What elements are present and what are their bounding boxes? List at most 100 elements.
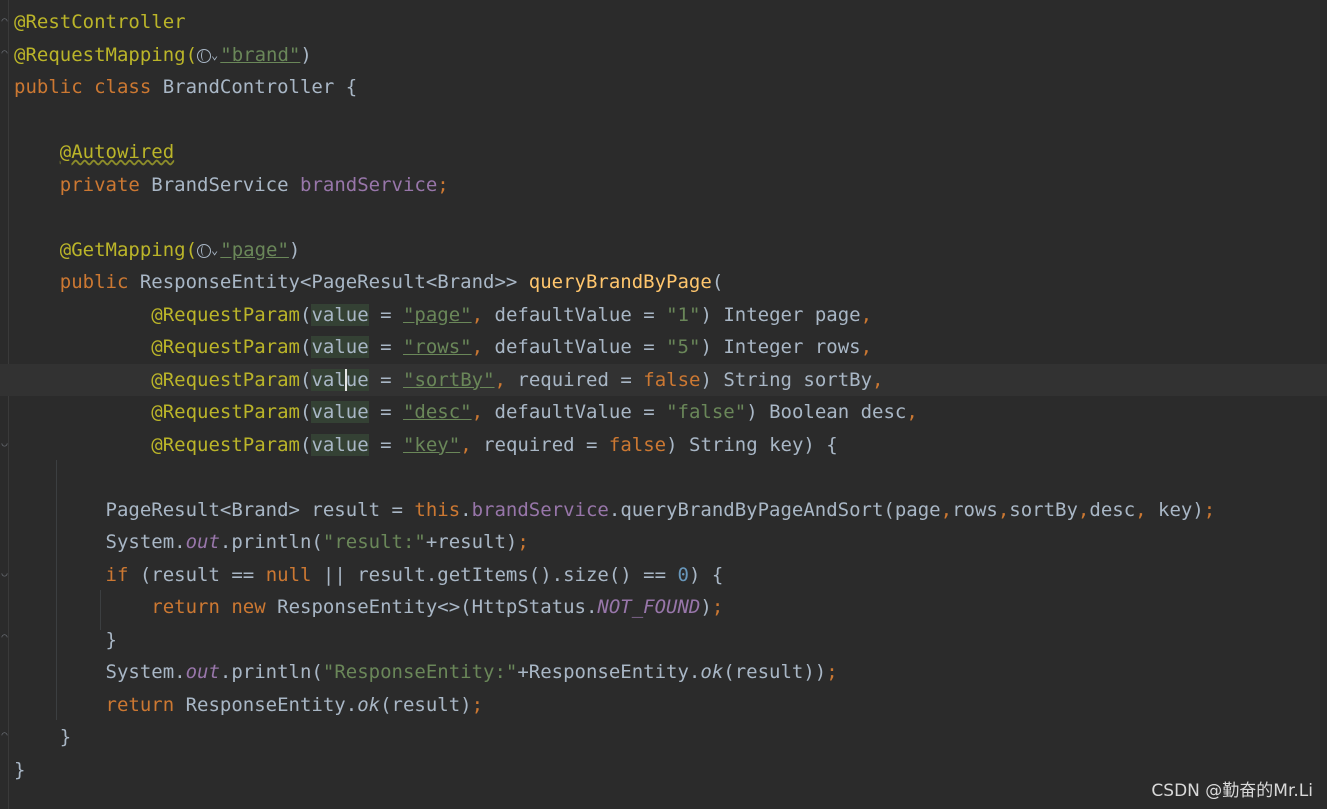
chevron-down-icon[interactable]: ⌄ [211,243,218,257]
fold-marker-icon[interactable]: ◡ [0,438,9,449]
code-text: (result)) [723,661,827,683]
annotation: @GetMapping( [59,238,198,261]
code-line: @RequestParam(value = "page", defaultVal… [14,299,1327,332]
code-text: defaultValue = [494,303,667,326]
code-text: (result == [139,563,266,586]
static-method: ok [357,693,381,716]
code-text: = [368,336,403,358]
punctuation: , [860,336,873,358]
annotation: @RequestParam [151,336,300,358]
keyword: class [94,76,163,98]
string-literal: "page" [402,303,472,326]
string-literal: "false" [666,401,747,423]
code-text: ) [300,43,312,66]
editor-gutter [0,0,9,809]
punctuation: , [872,368,884,391]
code-text: = [368,368,403,391]
static-field: out [185,531,220,553]
code-text: PageResult<Brand> result = [105,498,415,521]
globe-icon[interactable] [197,243,212,258]
keyword: public [14,76,95,98]
code-text: BrandService [151,173,300,196]
highlighted-identifier: value [311,433,369,456]
annotation: @RequestParam [151,303,300,326]
code-line: @Autowired [14,136,1327,169]
code-line: @RequestParam(value = "desc", defaultVal… [14,396,1327,429]
code-line: @RequestMapping( ⌄ "brand") [14,39,1327,72]
fold-marker-icon[interactable]: ◠ [0,16,9,27]
code-line: @RequestParam(value = "rows", defaultVal… [14,331,1327,364]
keyword: public [59,271,140,293]
code-text: ResponseEntity. [185,693,358,716]
code-text: key) [1158,498,1204,521]
keyword: null [265,563,312,586]
punctuation: ; [517,531,529,553]
keyword: new [231,596,278,618]
code-line: @RequestParam(value = "key", required = … [14,429,1327,462]
fold-marker-icon[interactable]: ◠ [0,632,9,643]
punctuation: ; [826,661,838,683]
code-text: .println( [219,661,323,683]
string-literal: "desc" [402,401,472,423]
globe-icon[interactable] [197,48,212,63]
code-text: rows [952,498,998,521]
chevron-down-icon[interactable]: ⌄ [211,48,218,62]
code-line: public ResponseEntity<PageResult<Brand>>… [14,266,1327,299]
punctuation: ; [471,693,484,716]
keyword: false [643,368,701,391]
code-text: BrandController { [162,76,358,98]
annotation: @Autowired [59,141,175,163]
number-literal: 0 [677,563,689,586]
code-text: required = [517,368,644,391]
code-text: (result) [380,693,472,716]
current-code-line: @RequestParam(value = "sortBy", required… [0,363,1327,396]
punctuation: , [471,303,495,326]
punctuation: ; [711,596,724,618]
string-literal: "rows" [402,336,472,358]
code-line: return new ResponseEntity<>(HttpStatus.N… [14,591,1327,624]
code-text: = [368,401,403,423]
code-text: ( [300,401,312,423]
string-literal: "brand" [220,43,301,66]
code-line: return ResponseEntity.ok(result); [14,689,1327,722]
method-name: queryBrandByPage [528,271,712,293]
code-text: sortBy [1009,498,1078,521]
keyword: private [59,173,152,196]
keyword: this [414,498,461,521]
punctuation: , [997,498,1010,521]
code-text: ( [711,271,724,293]
string-literal: "1" [666,303,701,326]
fold-marker-icon[interactable]: ◠ [0,730,9,741]
code-text: .queryBrandByPageAndSort(page [608,498,941,521]
keyword: false [608,433,667,456]
punctuation: , [460,433,484,456]
annotation: @RequestMapping( [14,43,198,66]
code-line: @RestController [14,6,1327,39]
code-text: +ResponseEntity. [517,661,701,683]
code-text: ( [300,433,312,456]
fold-marker-icon[interactable]: ◡ [0,568,9,579]
code-text: ) { [688,563,724,586]
highlighted-identifier: value [311,368,369,391]
string-literal: "result:" [322,531,426,553]
code-text: } [14,758,26,781]
punctuation: , [940,498,953,521]
static-field: out [185,661,220,683]
code-text: ) [288,238,301,261]
code-text: ResponseEntity<>(HttpStatus. [277,596,598,618]
code-line: } [14,624,1327,657]
fold-marker-icon[interactable]: ◠ [0,48,9,59]
punctuation: , [471,336,495,358]
code-line: if (result == null || result.getItems().… [14,559,1327,592]
code-text: || result.getItems().size() == [311,563,678,586]
keyword: return [105,693,186,716]
keyword: return [151,596,232,618]
code-line: } [14,721,1327,754]
code-text: ) Boolean desc [746,401,907,423]
code-text: defaultValue = [494,401,667,423]
code-editor[interactable]: @RestController @RequestMapping(⌄ "brand"… [0,6,1327,786]
identifier-part: ue [345,368,369,391]
